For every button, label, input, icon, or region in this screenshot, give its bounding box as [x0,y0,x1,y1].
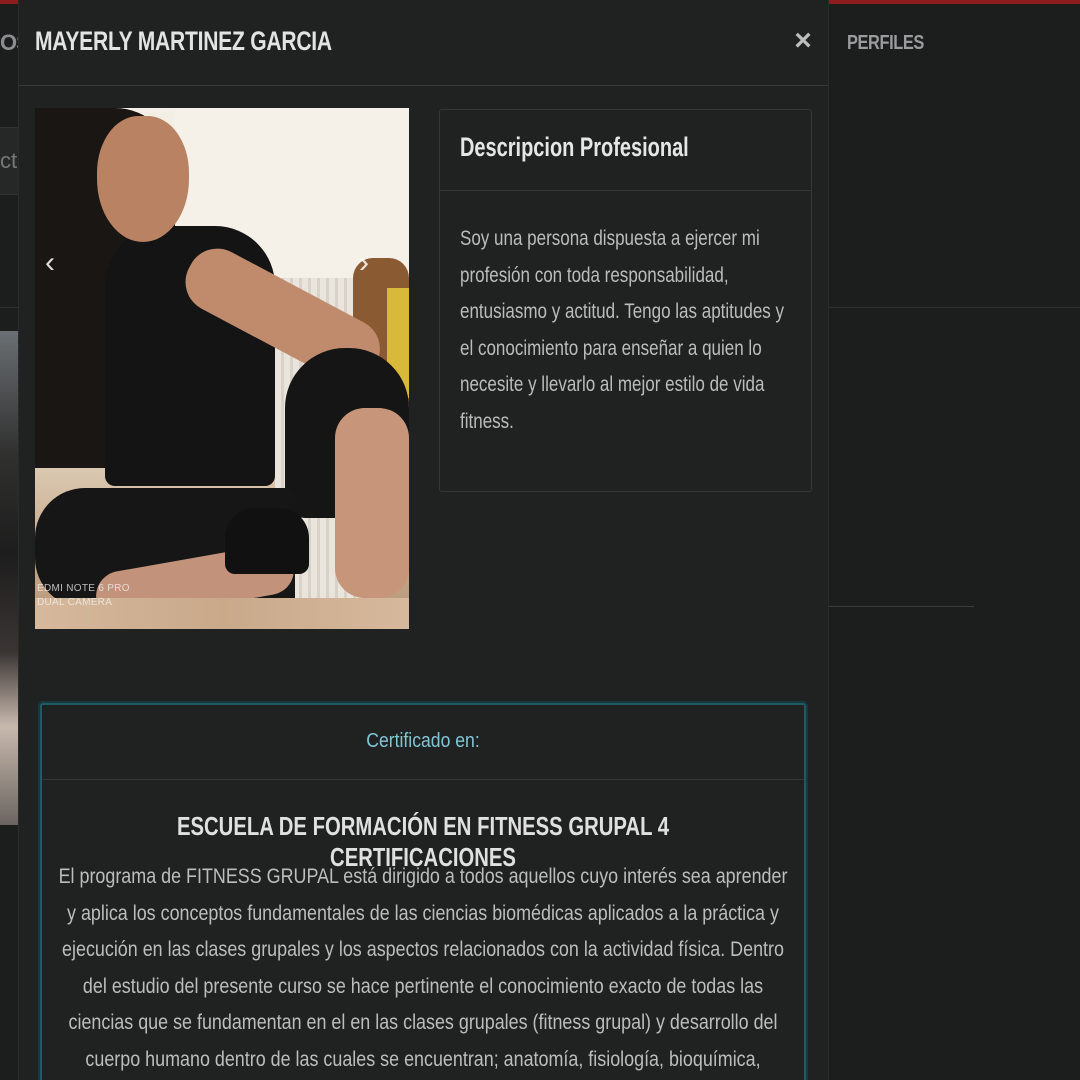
modal-title: MAYERLY MARTINEZ GARCIA [35,26,332,56]
description-title: Descripcion Profesional [460,132,689,162]
chevron-right-icon[interactable]: › [349,243,379,283]
background-panel: cto [0,127,29,195]
chevron-left-icon[interactable]: ‹ [35,243,65,283]
profile-modal: MAYERLY MARTINEZ GARCIA × EDMI NOTE 6 PR… [18,0,829,1080]
certificate-panel-header: Certificado en: [42,705,804,780]
certificate-label: Certificado en: [366,730,480,752]
certificate-text: El programa de FITNESS GRUPAL está dirig… [58,865,788,1071]
photo-watermark: EDMI NOTE 6 PRO DUAL CAMERA [37,583,130,608]
description-panel: Descripcion Profesional Soy una persona … [439,109,812,492]
description-panel-header: Descripcion Profesional [440,110,811,191]
close-icon[interactable]: × [789,24,817,58]
modal-header: MAYERLY MARTINEZ GARCIA × [19,0,828,86]
divider [828,606,974,607]
background-image [0,331,18,825]
divider [0,307,18,308]
nav-item-perfiles[interactable]: PERFILES [847,32,924,55]
divider [828,307,1080,308]
profile-photo: EDMI NOTE 6 PRO DUAL CAMERA [35,108,409,629]
certificate-panel: Certificado en: ESCUELA DE FORMACIÓN EN … [40,703,806,1080]
description-text: Soy una persona dispuesta a ejercer mi p… [460,227,785,433]
